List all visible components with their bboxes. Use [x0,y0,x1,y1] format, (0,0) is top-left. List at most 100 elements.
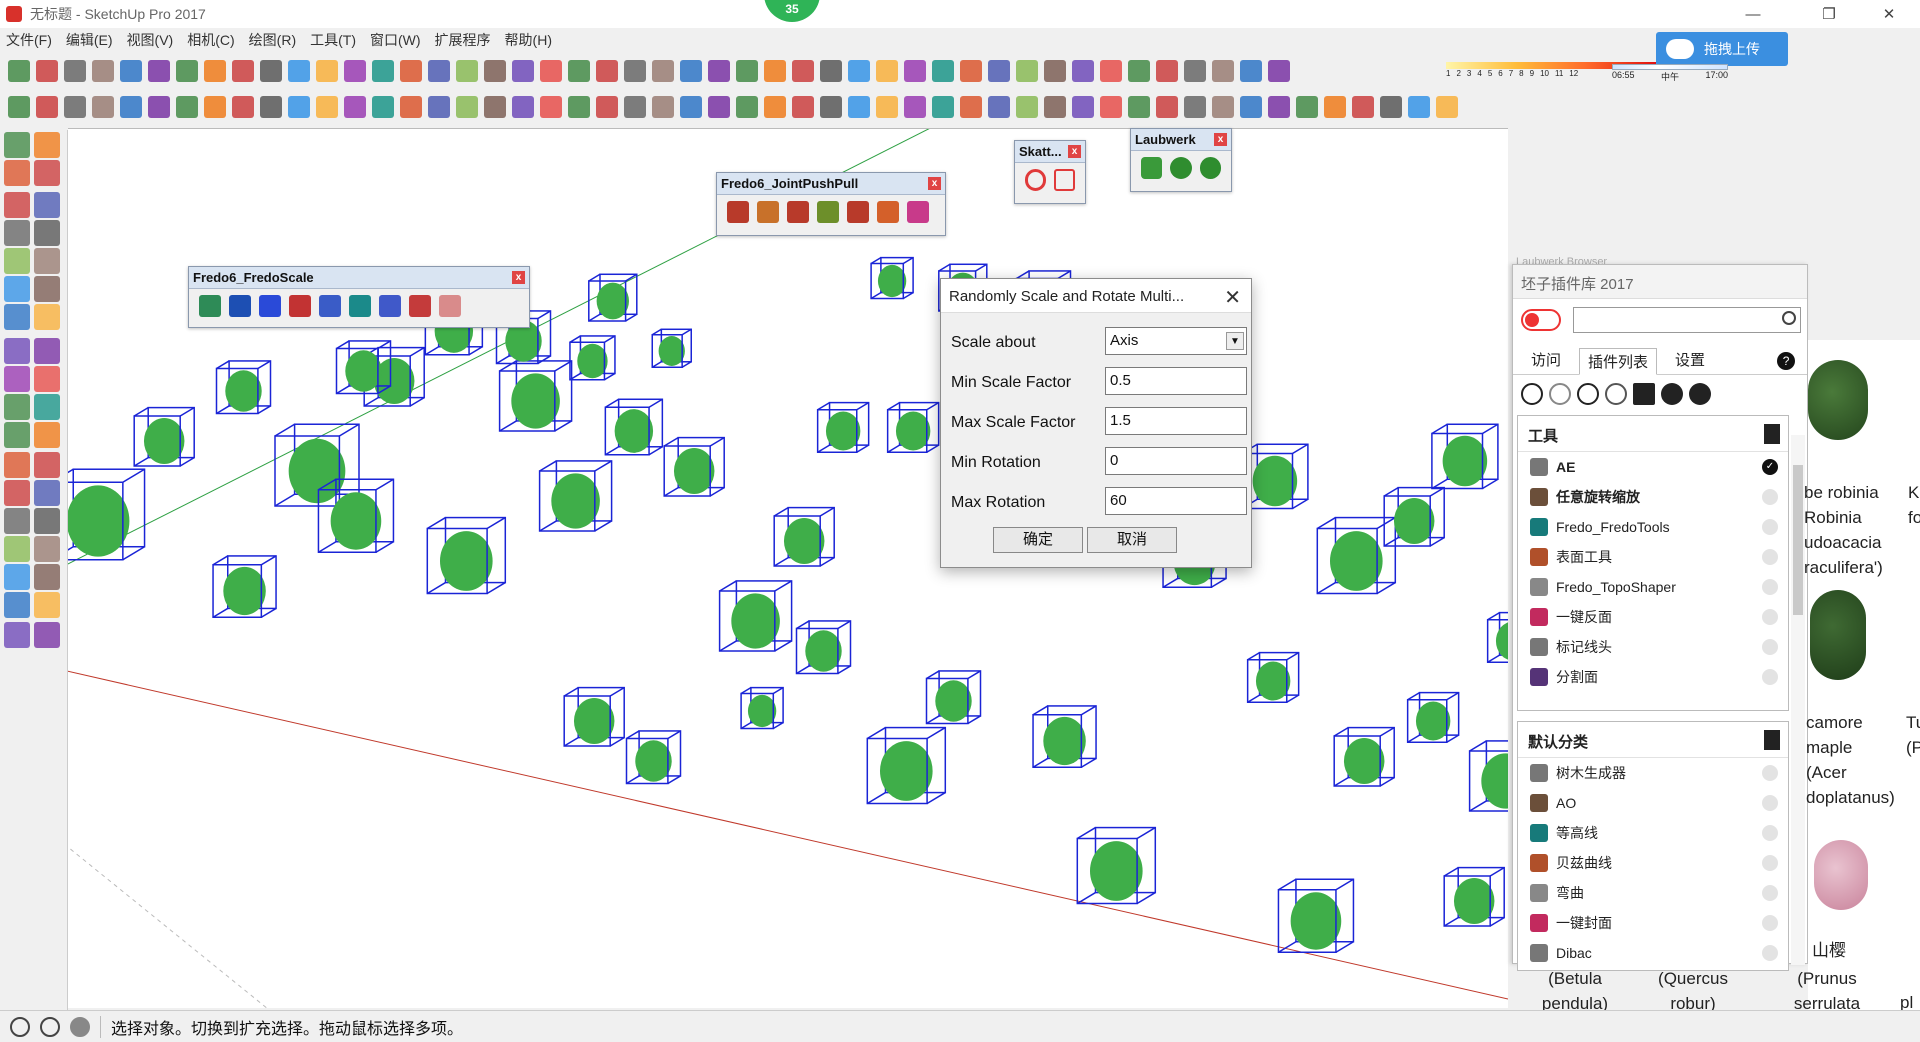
kanzan-thumbnail[interactable] [1814,840,1868,910]
tree-settings-icon[interactable] [1199,157,1221,179]
tree-component[interactable] [133,406,195,467]
scale-icon[interactable] [4,394,30,420]
toolbar2-tool-icon[interactable] [624,96,646,118]
tree-component[interactable] [569,335,616,381]
toolbar1-tool-icon[interactable] [36,60,58,82]
close-icon[interactable]: x [1068,145,1081,158]
tab-settings[interactable]: 设置 [1675,349,1705,370]
menu-tools[interactable]: 工具(T) [310,30,356,52]
tree-component[interactable] [795,620,852,675]
move-icon[interactable] [4,338,30,364]
toolbar2-tool-icon[interactable] [232,96,254,118]
tree-component[interactable] [740,686,784,730]
toolbar1-tool-icon[interactable] [1016,60,1038,82]
upload-button[interactable]: 拖拽上传 [1656,32,1788,66]
toolbar2-tool-icon[interactable] [1352,96,1374,118]
skatter-toolbar[interactable]: Skatt... x [1014,140,1086,204]
plugin-item[interactable]: 表面工具 [1518,542,1788,572]
tree-component[interactable] [816,401,870,453]
menu-file[interactable]: 文件(F) [6,30,52,52]
min-scale-input[interactable]: 0.5 [1105,367,1247,395]
offset-icon[interactable] [34,394,60,420]
check-off-icon[interactable] [1762,915,1778,931]
cancel-button[interactable]: 取消 [1087,527,1177,553]
toolbar1-tool-icon[interactable] [988,60,1010,82]
help-icon[interactable]: ? [1777,352,1796,370]
position-camera-icon[interactable] [4,592,30,618]
toolbar1-tool-icon[interactable] [1184,60,1206,82]
plugin-item[interactable]: 等高线 [1518,818,1788,848]
toolbar2-tool-icon[interactable] [1184,96,1206,118]
robinia-thumbnail[interactable] [1808,360,1868,440]
toolbar1-tool-icon[interactable] [120,60,142,82]
tree-component[interactable] [563,686,625,747]
min-rotation-input[interactable]: 0 [1105,447,1247,475]
toolbar2-tool-icon[interactable] [1436,96,1458,118]
toolbar2-tool-icon[interactable] [960,96,982,118]
toolbar2-tool-icon[interactable] [204,96,226,118]
grid-icon[interactable] [1054,169,1075,191]
tree-component[interactable] [538,460,613,532]
toolbar2-tool-icon[interactable] [120,96,142,118]
toolbar2-tool-icon[interactable] [848,96,870,118]
plugin-item[interactable]: 树木生成器 [1518,758,1788,788]
toolbar2-tool-icon[interactable] [1044,96,1066,118]
tree-component[interactable] [588,273,638,322]
tree-component[interactable] [1246,651,1300,703]
scale-about-select[interactable]: Axis ▼ [1105,327,1247,355]
maple-thumbnail[interactable] [1810,590,1866,680]
tab-visit[interactable]: 访问 [1531,349,1561,370]
scene-canvas[interactable] [68,129,1508,1008]
menu-view[interactable]: 视图(V) [127,30,174,52]
minimize-button[interactable]: — [1730,0,1776,28]
plugin-item[interactable]: 标记线头 [1518,632,1788,662]
toolbar2-tool-icon[interactable] [288,96,310,118]
toolbar2-tool-icon[interactable] [64,96,86,118]
toolbar1-tool-icon[interactable] [876,60,898,82]
shadow-time-slider[interactable]: 06:55 中午 17:00 [1612,62,1728,84]
axis-scale-icon[interactable] [229,295,251,317]
finish-push-pull-icon[interactable] [907,201,929,223]
toolbar1-tool-icon[interactable] [176,60,198,82]
search-icon[interactable] [1782,311,1796,325]
toolbar1-tool-icon[interactable] [624,60,646,82]
toolbar2-tool-icon[interactable] [344,96,366,118]
toolbar1-tool-icon[interactable] [1268,60,1290,82]
select-icon[interactable] [4,132,30,158]
toolbar1-tool-icon[interactable] [512,60,534,82]
stretch-icon[interactable] [259,295,281,317]
toolbar2-tool-icon[interactable] [92,96,114,118]
toolbar1-tool-icon[interactable] [1072,60,1094,82]
menu-edit[interactable]: 编辑(E) [66,30,113,52]
max-scale-input[interactable]: 1.5 [1105,407,1247,435]
check-off-icon[interactable] [1762,609,1778,625]
toolbar2-tool-icon[interactable] [1156,96,1178,118]
laubwerk-toolbar[interactable]: Laubwerk x [1130,128,1232,192]
check-off-icon[interactable] [1762,795,1778,811]
plugin-item[interactable]: AO [1518,788,1788,818]
plugin-search-input[interactable] [1573,307,1801,333]
zoom-extents-icon[interactable] [4,564,30,590]
tree-component[interactable] [215,360,272,415]
tree-component[interactable] [498,360,573,432]
chevron-down-icon[interactable]: ▼ [1226,332,1244,350]
toolbar2-tool-icon[interactable] [1016,96,1038,118]
check-off-icon[interactable] [1762,549,1778,565]
toolbar1-tool-icon[interactable] [456,60,478,82]
toolbar2-tool-icon[interactable] [8,96,30,118]
polygon-icon[interactable] [34,248,60,274]
toolbar2-tool-icon[interactable] [1296,96,1318,118]
pan-icon[interactable] [34,508,60,534]
radial-bend-icon[interactable] [349,295,371,317]
normal-push-pull-icon[interactable] [787,201,809,223]
toolbar1-tool-icon[interactable] [820,60,842,82]
tree-icon[interactable] [1170,157,1192,179]
tree-component[interactable] [274,423,360,507]
twist-icon[interactable] [319,295,341,317]
check-on-icon[interactable]: ✓ [1762,459,1778,475]
collapse-icon[interactable] [1764,424,1780,444]
toolbar2-tool-icon[interactable] [1128,96,1150,118]
walk-icon[interactable] [4,622,30,648]
max-rotation-input[interactable]: 60 [1105,487,1247,515]
follow-me-icon[interactable] [34,366,60,392]
